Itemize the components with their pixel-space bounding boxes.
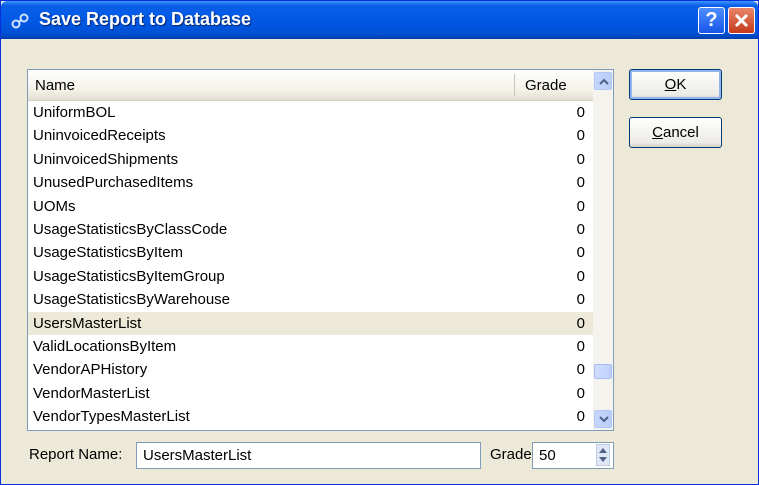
chevron-up-icon (599, 78, 609, 85)
report-name-input[interactable]: UsersMasterList (136, 442, 481, 469)
list-item-name: VendorMasterList (33, 384, 150, 402)
list-item-name: UninvoicedReceipts (33, 127, 166, 145)
list-item[interactable]: UsageStatisticsByClassCode 0 (28, 218, 593, 241)
list-item-name: VendorTypesMasterList (33, 408, 190, 426)
list-item-name: UsageStatisticsByWarehouse (33, 291, 231, 309)
list-item[interactable]: UsersMasterList 0 (28, 311, 593, 335)
dialog-title: Save Report to Database (39, 9, 252, 29)
report-name-label: Report Name: (29, 446, 123, 463)
list-item[interactable]: VendorAPHistory 0 (28, 358, 593, 381)
list-item-name: UsersMasterList (33, 314, 142, 332)
list-item-name: VendorAPHistory (33, 361, 148, 379)
list-item[interactable]: UniformBOL 0 (28, 101, 593, 124)
list-item[interactable]: VendorTypesMasterList 0 (28, 405, 593, 428)
list-item-grade: 0 (576, 244, 585, 262)
list-item-grade: 0 (576, 291, 585, 309)
cancel-button[interactable]: Cancel (629, 117, 722, 148)
column-divider[interactable] (514, 74, 515, 96)
list-item-grade: 0 (576, 174, 585, 192)
report-list[interactable]: Name Grade UniformBOL 0 UninvoicedReceipts… (27, 69, 614, 431)
ok-button[interactable]: OK (629, 69, 722, 100)
vertical-scrollbar[interactable] (593, 70, 613, 430)
list-item[interactable]: UsageStatisticsByItemGroup 0 (28, 265, 593, 288)
chevron-down-icon (599, 416, 609, 423)
column-header-grade[interactable]: Grade (525, 77, 567, 94)
list-item-name: UninvoicedShipments (33, 150, 179, 168)
list-item[interactable]: UsageStatisticsByItem 0 (28, 241, 593, 264)
list-item[interactable]: UOMs 0 (28, 195, 593, 218)
scroll-thumb[interactable] (594, 364, 612, 379)
list-rows: UniformBOL 0 UninvoicedReceipts 0 Uninvoiced… (28, 101, 593, 428)
list-item-name: ValidLocationsByItem (33, 337, 177, 355)
list-item-name: UsageStatisticsByItemGroup (33, 267, 225, 285)
list-item-name: UsageStatisticsByItem (33, 244, 184, 262)
help-button[interactable]: ? (698, 7, 725, 34)
list-item-grade: 0 (576, 150, 585, 168)
list-item-name: UnusedPurchasedItems (33, 174, 194, 192)
list-item-grade: 0 (576, 337, 585, 355)
cancel-mnemonic: C (652, 124, 663, 141)
ok-mnemonic: O (664, 76, 677, 93)
list-item[interactable]: UninvoicedReceipts 0 (28, 124, 593, 147)
list-item-grade: 0 (576, 384, 585, 402)
list-item-grade: 0 (576, 197, 585, 215)
list-item-name: UniformBOL (33, 104, 116, 121)
list-item-name: UOMs (33, 197, 76, 215)
list-item-grade: 0 (576, 267, 585, 285)
list-item[interactable]: UnusedPurchasedItems 0 (28, 171, 593, 194)
list-item-grade: 0 (576, 220, 585, 238)
list-item-grade: 0 (576, 361, 585, 379)
list-item[interactable]: ValidLocationsByItem 0 (28, 335, 593, 358)
list-item[interactable]: UninvoicedShipments 0 (28, 148, 593, 171)
list-item[interactable]: UsageStatisticsByWarehouse 0 (28, 288, 593, 311)
ok-label: K (676, 76, 687, 93)
title-bar[interactable]: Save Report to Database ? (1, 1, 758, 39)
cancel-label: ancel (662, 124, 699, 141)
close-icon (734, 13, 749, 28)
close-button[interactable] (728, 7, 755, 34)
scroll-up-button[interactable] (594, 72, 612, 90)
list-item-name: UsageStatisticsByClassCode (33, 220, 228, 238)
column-header-name[interactable]: Name (35, 77, 75, 94)
list-item[interactable]: VendorMasterList 0 (28, 382, 593, 405)
connection-icon (11, 13, 29, 29)
save-report-dialog: Save Report to Database ? Name Grade Uni… (0, 0, 759, 485)
spin-arrows-icon[interactable] (596, 444, 610, 466)
list-item-grade: 0 (576, 104, 585, 121)
list-item-grade: 0 (576, 127, 585, 145)
list-item-grade: 0 (576, 408, 585, 426)
scroll-down-button[interactable] (594, 410, 612, 428)
grade-label: Grade: (490, 446, 536, 463)
list-header: Name Grade (28, 70, 593, 101)
list-item-grade: 0 (576, 314, 585, 332)
